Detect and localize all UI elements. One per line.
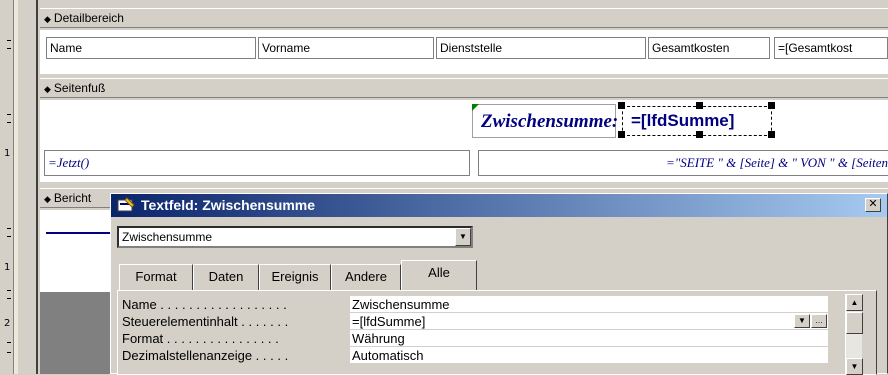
page-expression-field[interactable]: ="SEITE " & [Seite] & " VON " & [Seiten	[478, 150, 888, 176]
report-empty-area	[40, 292, 110, 374]
property-dialog[interactable]: Textfeld: Zwischensumme ✕ Zwischensumme …	[110, 193, 888, 375]
tab-andere[interactable]: Andere	[331, 264, 401, 290]
tab-format[interactable]: Format	[119, 264, 193, 290]
section-title: Detailbereich	[53, 11, 124, 25]
dropdown-arrow-icon[interactable]: ▼	[455, 228, 471, 246]
resize-handle[interactable]	[618, 131, 625, 138]
scroll-thumb[interactable]	[846, 312, 863, 334]
ruler-number: 1	[4, 148, 11, 159]
tab-ereignis[interactable]: Ereignis	[259, 264, 331, 290]
property-label: Dezimalstellenanzeige . . . . .	[122, 348, 289, 363]
ruler-number: 2	[4, 318, 11, 329]
section-arrow-icon: ◆	[44, 194, 51, 204]
property-row[interactable]: Format . . . . . . . . . . . . . . . . W…	[118, 330, 858, 347]
property-value[interactable]: =[lfdSumme]	[350, 313, 828, 329]
scroll-up-icon[interactable]: ▲	[846, 294, 863, 311]
detail-field-gesamtkosten[interactable]: Gesamtkosten	[648, 37, 770, 59]
tab-daten[interactable]: Daten	[193, 264, 259, 290]
section-detail-header[interactable]: ◆ Detailbereich	[40, 8, 888, 28]
resize-handle[interactable]	[768, 131, 775, 138]
property-row[interactable]: Dezimalstellenanzeige . . . . . Automati…	[118, 347, 858, 364]
property-value[interactable]: Währung	[350, 330, 828, 346]
property-row[interactable]: Name . . . . . . . . . . . . . . . . . .…	[118, 296, 858, 313]
section-selector-column[interactable]	[18, 0, 38, 374]
properties-scrollbar[interactable]: ▲ ▼	[845, 294, 863, 375]
report-section[interactable]	[40, 210, 110, 292]
detail-field-dienststelle[interactable]: Dienststelle	[436, 37, 646, 59]
properties-panel[interactable]: Name . . . . . . . . . . . . . . . . . .…	[117, 290, 877, 375]
property-value[interactable]: Automatisch	[350, 347, 828, 363]
property-label: Format . . . . . . . . . . . . . . . .	[122, 331, 279, 346]
section-arrow-icon: ◆	[44, 14, 51, 24]
date-expression-field[interactable]: =Jetzt()	[44, 150, 470, 176]
section-footer-header[interactable]: ◆ Seitenfuß	[40, 78, 888, 98]
property-row[interactable]: Steuerelementinhalt . . . . . . . =[lfdS…	[118, 313, 858, 330]
combo-value: Zwischensumme	[122, 230, 213, 244]
property-label: Name . . . . . . . . . . . . . . . . . .	[122, 297, 287, 312]
ruler-number: 1	[4, 262, 11, 273]
detail-field-gesamtkosten-expr[interactable]: =[Gesamtkost	[774, 37, 888, 59]
section-title: Seitenfuß	[53, 81, 106, 95]
dropdown-arrow-icon[interactable]: ▼	[794, 314, 810, 328]
resize-handle[interactable]	[768, 102, 775, 109]
resize-handle[interactable]	[696, 102, 703, 109]
tab-alle[interactable]: Alle	[401, 260, 477, 290]
footer-section[interactable]: Zwischensumme: =[lfdSumme] =Jetzt() ="SE…	[40, 100, 888, 182]
control-selector-combo[interactable]: Zwischensumme ▼	[117, 226, 473, 248]
detail-field-name[interactable]: Name	[46, 37, 256, 59]
close-button[interactable]: ✕	[865, 198, 881, 212]
detail-field-vorname[interactable]: Vorname	[258, 37, 434, 59]
resize-handle[interactable]	[696, 131, 703, 138]
report-line	[46, 232, 110, 234]
scroll-down-icon[interactable]: ▼	[846, 358, 863, 375]
dialog-titlebar[interactable]: Textfeld: Zwischensumme	[111, 194, 887, 217]
section-title: Bericht	[53, 191, 92, 205]
property-label: Steuerelementinhalt . . . . . . .	[122, 314, 289, 329]
label-marker	[472, 104, 479, 111]
detail-section[interactable]: Name Vorname Dienststelle Gesamtkosten =…	[40, 30, 888, 74]
textbox-icon	[117, 197, 135, 212]
property-value[interactable]: Zwischensumme	[350, 296, 828, 312]
vertical-ruler: 1 1 2	[0, 0, 14, 374]
section-arrow-icon: ◆	[44, 84, 51, 94]
builder-button[interactable]: …	[811, 314, 827, 328]
resize-handle[interactable]	[618, 102, 625, 109]
dialog-title: Textfeld: Zwischensumme	[141, 197, 316, 213]
subtotal-label[interactable]: Zwischensumme:	[472, 104, 618, 138]
